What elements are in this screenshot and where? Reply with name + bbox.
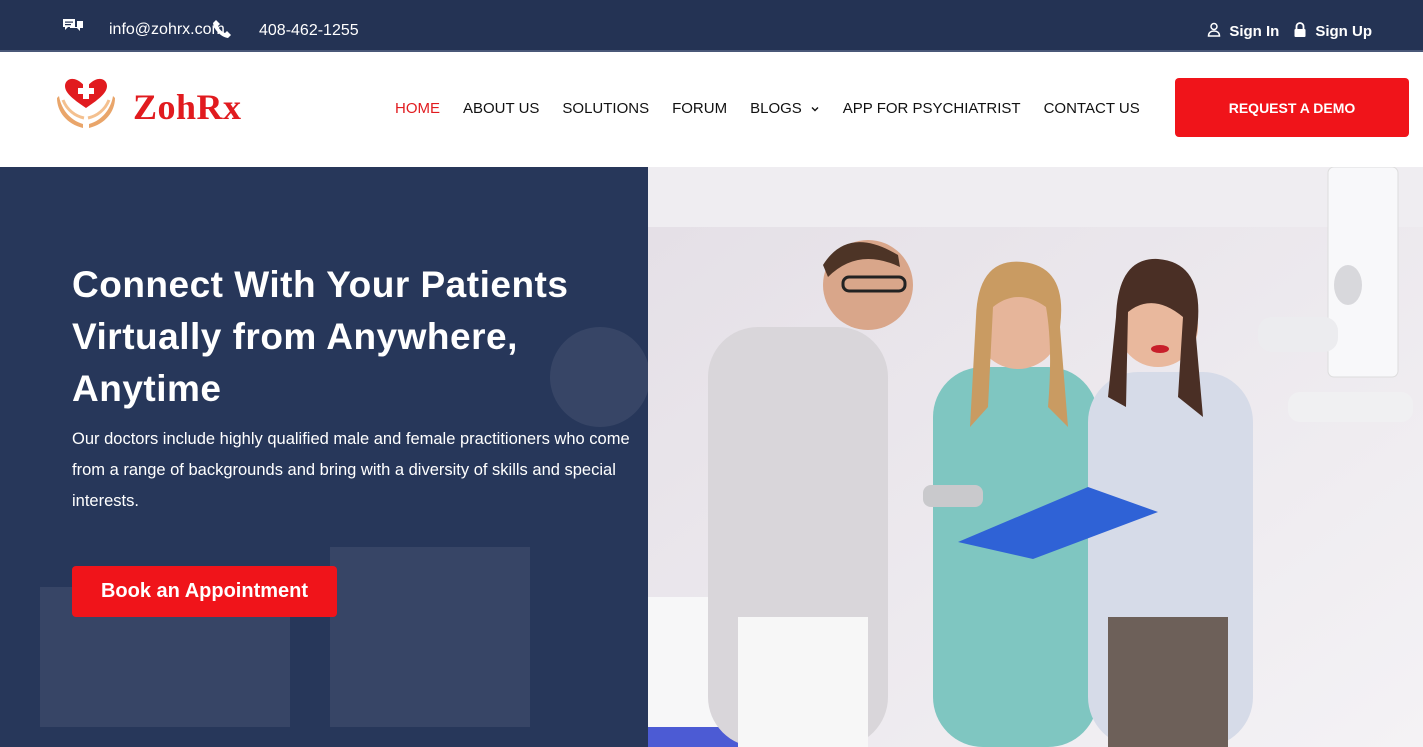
hero-title-line: Virtually from Anywhere, (72, 316, 518, 357)
hero-title-line: Connect With Your Patients (72, 264, 569, 305)
chat-icon (62, 17, 109, 42)
top-bar: info@zohrx.com 408-462-1255 Sign In Sign… (0, 0, 1423, 52)
topbar-email[interactable]: info@zohrx.com (62, 17, 225, 42)
heart-hands-logo-icon (57, 78, 115, 135)
book-appointment-button[interactable]: Book an Appointment (72, 566, 337, 617)
lock-icon (1293, 22, 1307, 41)
nav-solutions[interactable]: SOLUTIONS (562, 100, 649, 117)
nav-forum[interactable]: FORUM (672, 100, 727, 117)
request-demo-button[interactable]: REQUEST A DEMO (1175, 78, 1409, 137)
user-icon (1207, 22, 1221, 41)
logo[interactable]: ZohRx (57, 78, 242, 135)
email-text[interactable]: info@zohrx.com (109, 21, 225, 39)
logo-text[interactable]: ZohRx (133, 86, 242, 128)
hero-title: Connect With Your Patients Virtually fro… (72, 259, 632, 415)
hero-text-panel: Connect With Your Patients Virtually fro… (0, 167, 648, 747)
nav-about-us[interactable]: ABOUT US (463, 100, 539, 117)
nav-contact-us[interactable]: CONTACT US (1044, 100, 1140, 117)
main-header: ZohRx HOME ABOUT US SOLUTIONS FORUM BLOG… (0, 54, 1423, 167)
nav-app-for-psychiatrist[interactable]: APP FOR PSYCHIATRIST (843, 100, 1021, 117)
sign-up-label[interactable]: Sign Up (1315, 23, 1372, 40)
topbar-phone[interactable]: 408-462-1255 (212, 17, 359, 44)
chevron-down-icon[interactable] (810, 104, 820, 114)
phone-text[interactable]: 408-462-1255 (259, 22, 359, 40)
sign-in-label[interactable]: Sign In (1229, 23, 1279, 40)
main-nav: HOME ABOUT US SOLUTIONS FORUM BLOGS APP … (395, 100, 1140, 117)
auth-links: Sign In Sign Up (1207, 22, 1372, 41)
hero-subtitle: Our doctors include highly qualified mal… (72, 430, 630, 510)
sign-in-link[interactable]: Sign In (1207, 22, 1279, 41)
nav-home[interactable]: HOME (395, 100, 440, 117)
nav-blogs[interactable]: BLOGS (750, 100, 820, 117)
hero-image (648, 167, 1423, 747)
phone-icon (212, 17, 259, 44)
doctors-photo-illustration (648, 167, 1423, 747)
nav-blogs-label[interactable]: BLOGS (750, 100, 802, 117)
hero-title-line: Anytime (72, 368, 222, 409)
sign-up-link[interactable]: Sign Up (1293, 22, 1372, 41)
